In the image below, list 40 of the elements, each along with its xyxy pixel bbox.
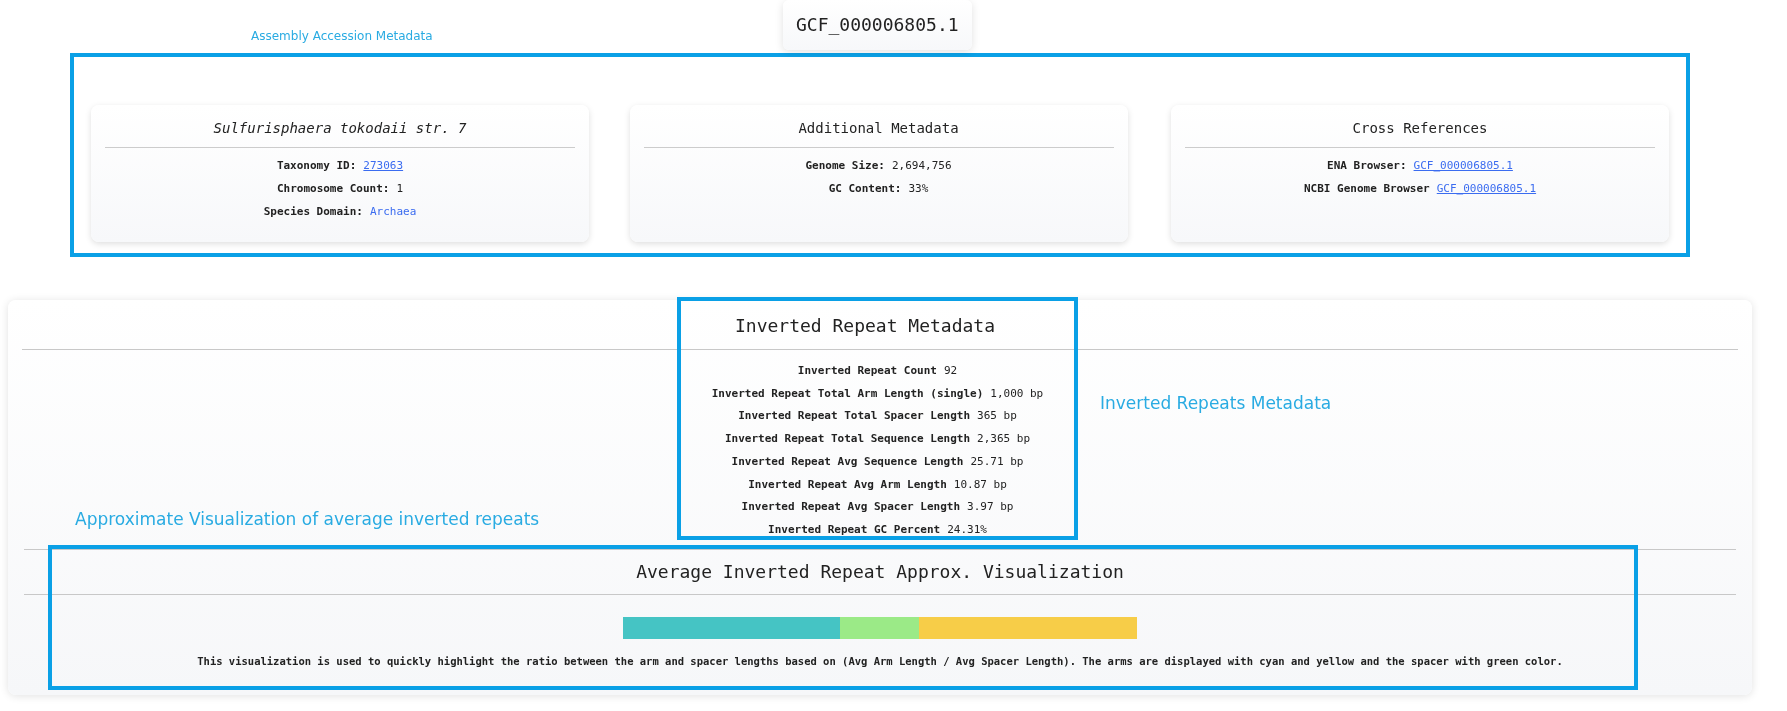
field-label: Inverted Repeat Avg Spacer Length — [741, 499, 961, 516]
value-text: 1 — [396, 181, 404, 197]
value-text: 33% — [908, 181, 929, 197]
value-text: 24.31% — [947, 521, 987, 538]
section-title: Average Inverted Repeat Approx. Visualization — [636, 560, 1124, 584]
card-title: Cross References — [1352, 119, 1488, 138]
description-text: This visualization is used to quickly highlight the ratio between the arm and spacer lengths based on (Avg Arm Length / Avg Spacer Length). The arms are displayed with cyan and yellow and the spacer with green color. — [197, 655, 1563, 667]
value-text: 25.71 bp — [970, 453, 1024, 470]
field-label: Species Domain: — [263, 204, 363, 220]
value-text: 2,694,756 — [891, 158, 952, 174]
annotation-label: Inverted Repeats Metadata — [1100, 393, 1332, 413]
field-label: Inverted Repeat Avg Arm Length — [748, 476, 947, 493]
annotation-label: Approximate Visualization of average inverted repeats — [75, 509, 540, 529]
annotation-label: Assembly Accession Metadata — [251, 29, 434, 43]
field-label: Inverted Repeat Total Sequence Length — [725, 431, 971, 448]
value-text: Archaea — [370, 204, 417, 220]
value-text: 10.87 bp — [953, 476, 1007, 493]
value-text: 1,000 bp — [990, 385, 1044, 402]
value-text: 365 bp — [977, 408, 1017, 425]
card-title: Sulfurisphaera tokodaii str. 7 — [213, 119, 467, 138]
accession-header: GCF_000006805.1 — [783, 0, 972, 50]
field-label: NCBI Genome Browser — [1303, 181, 1430, 197]
value-text: 92 — [943, 363, 958, 379]
field-label: ENA Browser: — [1327, 158, 1407, 174]
field-label: Chromosome Count: — [276, 181, 390, 197]
value-text: 3.97 bp — [967, 499, 1014, 516]
field-label: Taxonomy ID: — [276, 158, 357, 174]
field-label: Inverted Repeat Count — [797, 363, 937, 379]
field-label: Inverted Repeat Avg Sequence Length — [731, 453, 964, 470]
value-link[interactable]: 273063 — [363, 154, 404, 177]
value-link[interactable]: GCF_000006805.1 — [1413, 154, 1513, 177]
field-label: Inverted Repeat GC Percent — [768, 521, 941, 538]
card-title: Additional Metadata — [798, 119, 959, 138]
field-label: Inverted Repeat Total Spacer Length — [738, 408, 970, 425]
field-label: GC Content: — [828, 181, 902, 197]
section-title: Inverted Repeat Metadata — [734, 314, 996, 336]
value-text: 2,365 bp — [977, 431, 1030, 448]
value-link[interactable]: GCF_000006805.1 — [1436, 177, 1537, 200]
field-label: Inverted Repeat Total Arm Length (single) — [711, 385, 984, 402]
field-label: Genome Size: — [805, 158, 885, 174]
